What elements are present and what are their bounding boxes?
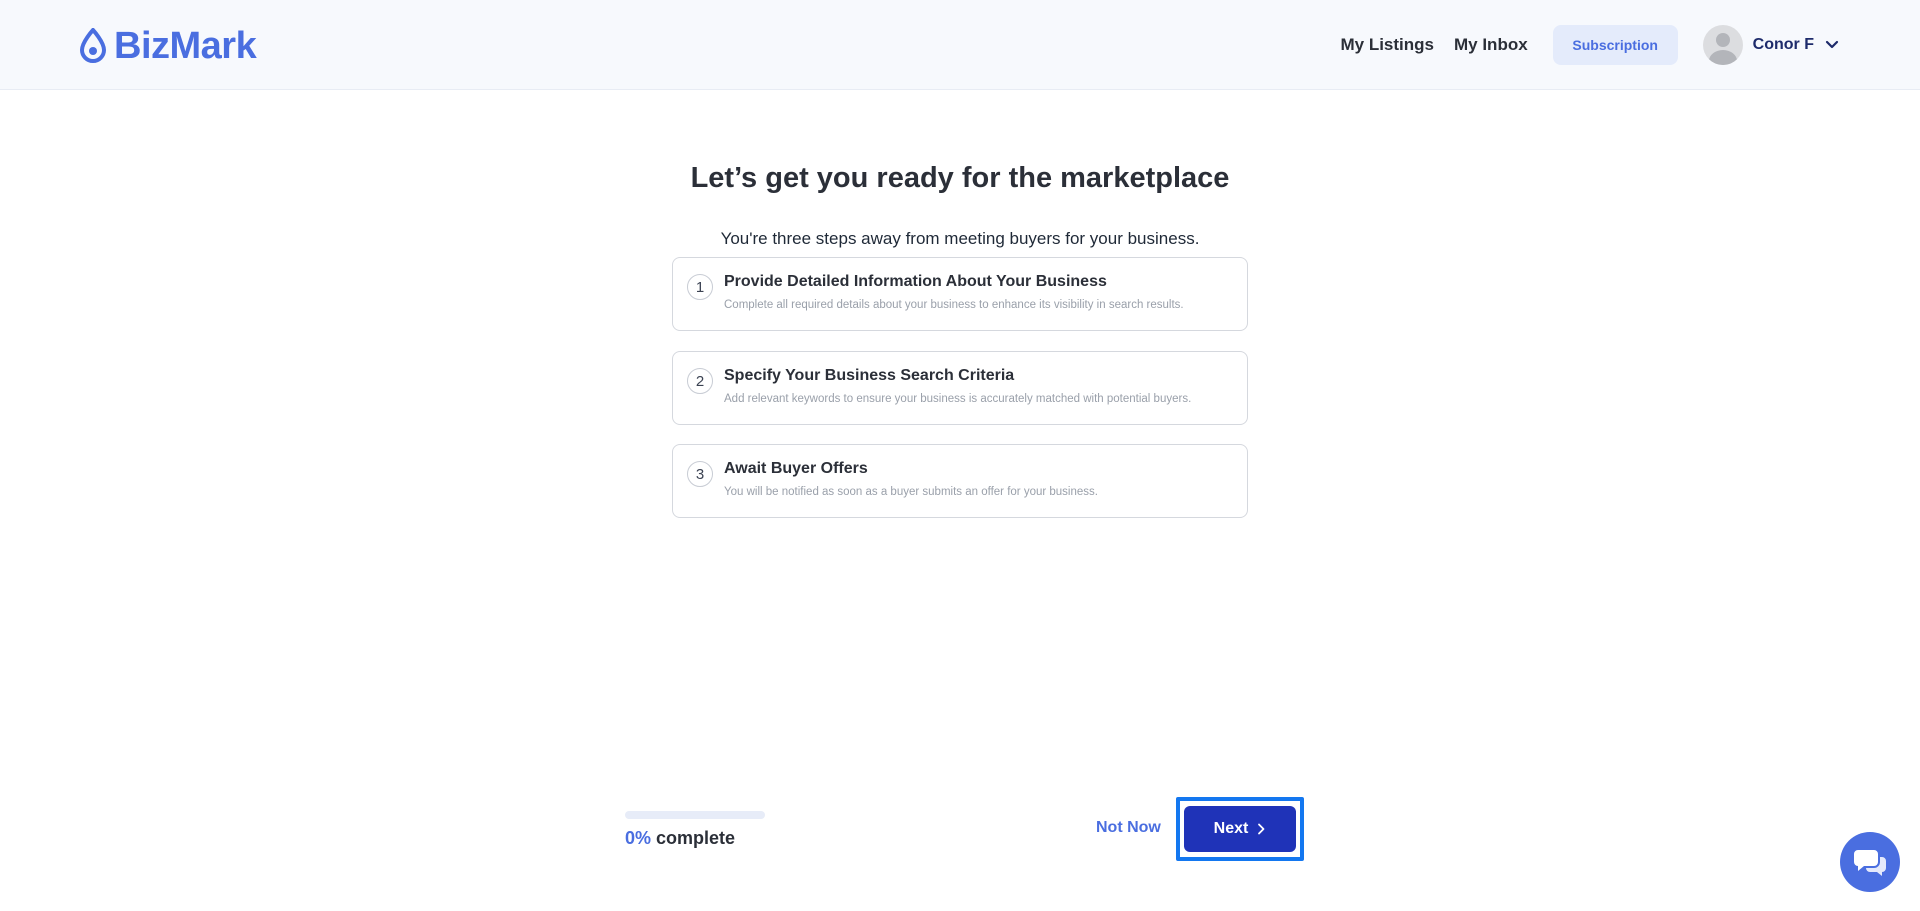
step-card-3: 3 Await Buyer Offers You will be notifie…	[672, 444, 1248, 518]
next-button[interactable]: Next	[1184, 806, 1296, 852]
progress-suffix: complete	[656, 828, 736, 848]
chat-bubbles-icon	[1854, 850, 1886, 876]
user-name: Conor F	[1752, 36, 1814, 53]
step-title: Provide Detailed Information About Your …	[724, 273, 1107, 290]
step-card-1: 1 Provide Detailed Information About You…	[672, 257, 1248, 331]
brand-logo[interactable]: BizMark	[78, 24, 257, 67]
step-number: 2	[687, 368, 713, 394]
step-number: 1	[687, 274, 713, 300]
step-card-2: 2 Specify Your Business Search Criteria …	[672, 351, 1248, 425]
nav-my-inbox[interactable]: My Inbox	[1454, 35, 1528, 55]
avatar	[1702, 25, 1743, 65]
chevron-down-icon	[1825, 40, 1839, 49]
step-description: Add relevant keywords to ensure your bus…	[724, 393, 1192, 405]
top-header: BizMark My Listings My Inbox Subscriptio…	[0, 0, 1920, 90]
page-title: Let’s get you ready for the marketplace	[690, 162, 1230, 194]
progress-percent: 0%	[625, 828, 652, 848]
nav-my-listings[interactable]: My Listings	[1340, 35, 1434, 55]
step-number: 3	[687, 461, 713, 487]
chevron-right-icon	[1258, 823, 1265, 835]
step-description: Complete all required details about your…	[724, 299, 1184, 311]
step-title: Await Buyer Offers	[724, 460, 868, 477]
progress-bar	[625, 811, 765, 819]
step-description: You will be notified as soon as a buyer …	[724, 486, 1098, 498]
brand-name: BizMark	[114, 24, 257, 67]
progress-label: 0% complete	[625, 828, 735, 849]
main-nav: My Listings My Inbox Subscription Conor …	[1340, 25, 1840, 65]
user-menu[interactable]: Conor F	[1702, 25, 1840, 65]
chat-button[interactable]	[1840, 832, 1900, 892]
subscription-button[interactable]: Subscription	[1552, 25, 1678, 65]
step-title: Specify Your Business Search Criteria	[724, 367, 1015, 384]
bizmark-drop-icon	[79, 28, 107, 63]
page-subtitle: You're three steps away from meeting buy…	[720, 229, 1200, 248]
not-now-button[interactable]: Not Now	[1096, 819, 1161, 837]
next-button-label: Next	[1213, 820, 1249, 837]
